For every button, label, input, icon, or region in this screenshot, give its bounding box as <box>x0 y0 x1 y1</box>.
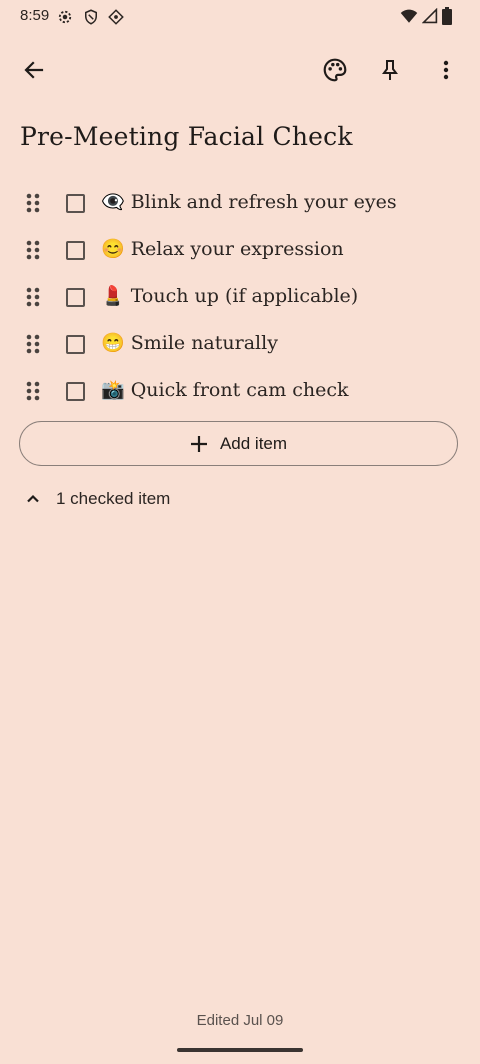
back-button[interactable] <box>12 48 56 92</box>
item-text[interactable]: 💄 Touch up (if applicable) <box>101 284 358 307</box>
list-item: 😊 Relax your expression <box>0 227 480 274</box>
add-item-label: Add item <box>219 433 288 453</box>
data-saver-icon <box>108 9 124 25</box>
drag-handle-icon[interactable] <box>24 192 42 214</box>
chevron-up-icon <box>27 494 39 503</box>
item-emoji: 😁 <box>101 332 125 354</box>
gesture-bar <box>177 1048 303 1052</box>
item-checkbox[interactable] <box>66 194 85 213</box>
list-item: 💄 Touch up (if applicable) <box>0 274 480 321</box>
status-right-icons <box>400 7 452 25</box>
more-vert-icon <box>443 60 449 80</box>
checked-items-toggle[interactable]: 1 checked item <box>24 486 170 512</box>
item-checkbox[interactable] <box>66 241 85 260</box>
item-label: Smile naturally <box>130 332 278 354</box>
item-label: Relax your expression <box>130 238 344 260</box>
item-text[interactable]: 😁 Smile naturally <box>101 331 278 354</box>
checked-items-label: 1 checked item <box>56 489 171 508</box>
edited-timestamp: Edited Jul 09 <box>196 1012 284 1029</box>
note-title[interactable]: Pre-Meeting Facial Check <box>20 122 353 151</box>
item-checkbox[interactable] <box>66 288 85 307</box>
add-item-button[interactable]: Add item <box>19 421 458 466</box>
item-emoji: 😊 <box>101 238 125 260</box>
item-text[interactable]: 😊 Relax your expression <box>101 237 344 260</box>
status-bar: 8:59 <box>0 0 480 34</box>
drag-handle-icon[interactable] <box>24 380 42 402</box>
shield-icon <box>85 9 97 25</box>
pin-icon <box>382 60 398 80</box>
more-options-button[interactable] <box>424 48 468 92</box>
item-label: Blink and refresh your eyes <box>130 191 397 213</box>
item-checkbox[interactable] <box>66 335 85 354</box>
battery-icon <box>442 7 452 25</box>
item-text[interactable]: 👁️‍🗨️ Blink and refresh your eyes <box>101 190 397 213</box>
item-label: Touch up (if applicable) <box>130 285 359 307</box>
wifi-icon <box>400 9 418 23</box>
drag-handle-icon[interactable] <box>24 286 42 308</box>
item-emoji: 📸 <box>101 379 125 401</box>
list-item: 👁️‍🗨️ Blink and refresh your eyes <box>0 180 480 227</box>
palette-button[interactable] <box>313 48 357 92</box>
item-label: Quick front cam check <box>130 379 349 401</box>
list-item: 😁 Smile naturally <box>0 321 480 368</box>
item-text[interactable]: 📸 Quick front cam check <box>101 378 349 401</box>
settings-icon <box>58 10 72 24</box>
drag-handle-icon[interactable] <box>24 239 42 261</box>
checklist: 👁️‍🗨️ Blink and refresh your eyes 😊 Rela… <box>0 180 480 415</box>
plus-icon <box>190 435 207 452</box>
item-checkbox[interactable] <box>66 382 85 401</box>
status-time: 8:59 <box>20 7 50 24</box>
signal-icon <box>422 8 438 24</box>
palette-icon <box>323 58 347 82</box>
arrow-back-icon <box>24 61 44 79</box>
pin-button[interactable] <box>368 48 412 92</box>
item-emoji: 👁️‍🗨️ <box>101 191 125 213</box>
item-emoji: 💄 <box>101 285 125 307</box>
list-item: 📸 Quick front cam check <box>0 368 480 415</box>
drag-handle-icon[interactable] <box>24 333 42 355</box>
